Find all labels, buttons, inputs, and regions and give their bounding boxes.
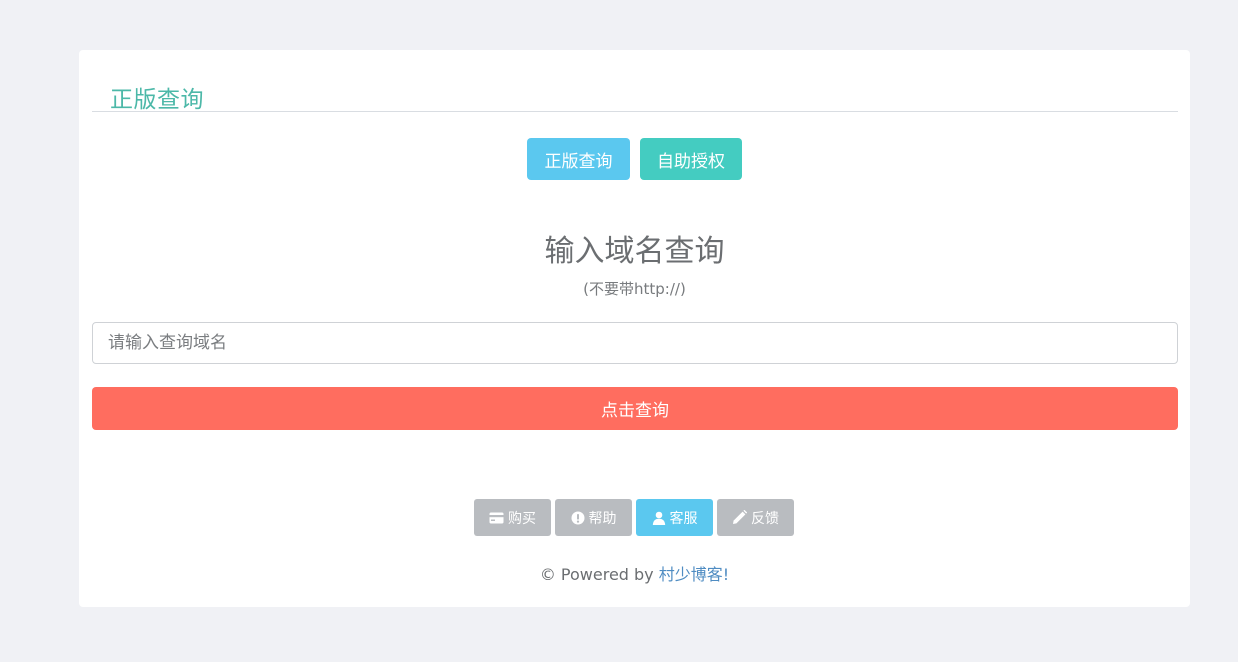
tab-self-authorize[interactable]: 自助授权: [640, 138, 742, 180]
domain-input[interactable]: [92, 322, 1178, 364]
buy-button[interactable]: 购买: [474, 499, 551, 536]
buy-label: 购买: [508, 510, 536, 527]
main-card: 正版查询 正版查询 自助授权 输入域名查询 (不要带http://) 点击查询 …: [79, 50, 1190, 607]
submit-query-button[interactable]: 点击查询: [92, 387, 1178, 430]
user-icon: [652, 511, 666, 525]
customer-service-button[interactable]: 客服: [636, 499, 713, 536]
help-label: 帮助: [588, 510, 617, 527]
feedback-label: 反馈: [751, 510, 779, 527]
tab-genuine-query[interactable]: 正版查询: [527, 138, 630, 180]
query-hint: (不要带http://): [583, 280, 686, 298]
help-button[interactable]: 帮助: [555, 499, 632, 536]
query-headline: 输入域名查询: [544, 234, 725, 269]
exclamation-circle-icon: [571, 511, 585, 525]
title-divider: [92, 111, 1178, 112]
powered-by-text: © Powered by 村少博客!: [79, 561, 1190, 585]
brand-link[interactable]: 村少博客!: [659, 565, 729, 584]
footer-button-group: 购买 帮助 客服 反馈: [474, 499, 794, 536]
customer-service-label: 客服: [669, 510, 698, 527]
powered-prefix: © Powered by: [539, 565, 659, 584]
feedback-button[interactable]: 反馈: [717, 499, 794, 536]
credit-card-icon: [489, 512, 504, 524]
pencil-icon: [732, 510, 747, 525]
card-title: 正版查询: [110, 87, 204, 113]
